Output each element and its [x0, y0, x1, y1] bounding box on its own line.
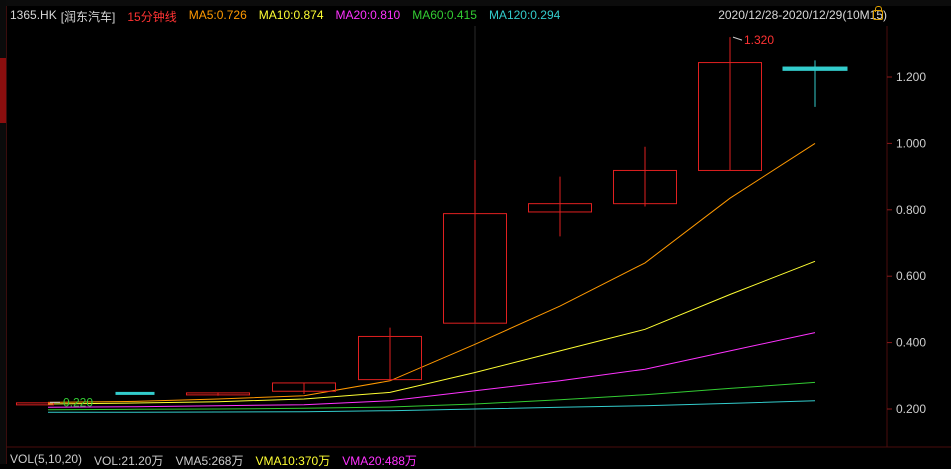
y-tick-label: 0.800	[896, 203, 926, 217]
candlestick-chart[interactable]: 1.200 1.000 0.800 0.600 0.400 0.200 1.320 0.220	[0, 0, 951, 464]
ma20-line	[47, 332, 816, 408]
low-price-label: 0.220	[63, 395, 93, 409]
y-tick-label: 1.000	[896, 136, 926, 150]
volume-legend: VOL(5,10,20) VOL:21.20万 VMA5:268万 VMA10:…	[10, 452, 417, 469]
y-tick-label: 0.200	[896, 402, 926, 416]
candle-body[interactable]	[782, 66, 848, 71]
candle-body[interactable]	[16, 402, 54, 406]
ma5-line	[47, 142, 816, 403]
y-tick-label: 0.400	[896, 336, 926, 350]
vma20-value: VMA20:488万	[342, 454, 417, 468]
vma10-value: VMA10:370万	[255, 454, 331, 468]
vma5-value: VMA5:268万	[175, 454, 244, 468]
vol-params: VOL(5,10,20)	[10, 452, 83, 466]
y-tick-label: 0.600	[896, 269, 926, 283]
vol-value: VOL:21.20万	[94, 454, 164, 468]
high-price-label: 1.320	[744, 33, 774, 47]
ma10-line	[47, 260, 816, 405]
candle-body[interactable]	[115, 391, 155, 395]
high-pointer-line	[732, 36, 743, 41]
y-tick-label: 1.200	[896, 70, 926, 84]
